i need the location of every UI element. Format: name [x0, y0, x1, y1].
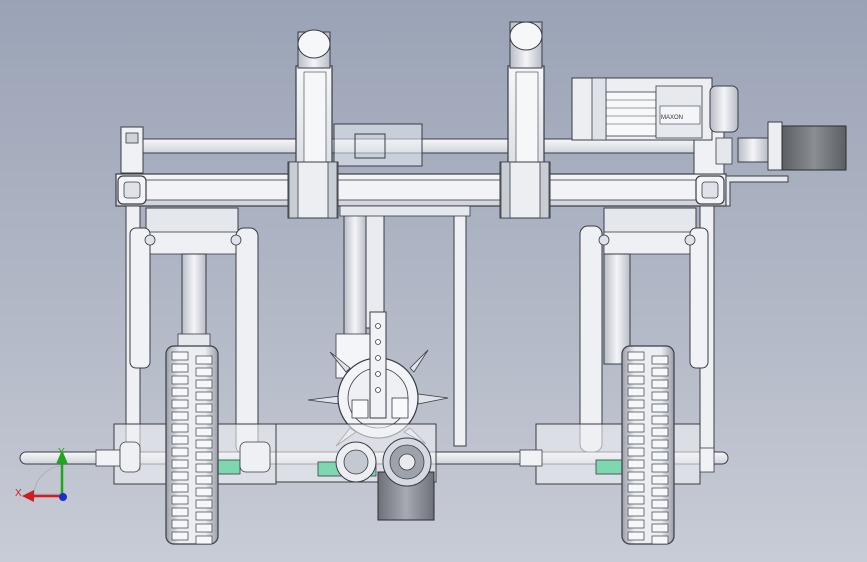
tread-block: [627, 375, 645, 385]
tread-block: [651, 463, 669, 473]
tread-block: [171, 435, 189, 445]
tread-block: [651, 391, 669, 401]
tread-block: [627, 507, 645, 517]
tread-block: [651, 367, 669, 377]
tread-block: [627, 435, 645, 445]
machine-assembly-drawing: MAXON Y X: [15, 21, 847, 545]
tread-block: [651, 451, 669, 461]
tread-block: [195, 391, 213, 401]
right-drive-wheel: [621, 345, 675, 545]
tread-block: [171, 363, 189, 373]
tread-block: [627, 447, 645, 457]
tread-block: [651, 355, 669, 365]
tread-block: [195, 499, 213, 509]
tread-block: [651, 415, 669, 425]
tread-block: [651, 379, 669, 389]
tread-block: [171, 411, 189, 421]
tread-block: [627, 531, 645, 541]
tread-block: [627, 495, 645, 505]
tread-block: [195, 487, 213, 497]
tread-block: [171, 471, 189, 481]
tread-block: [195, 523, 213, 533]
tread-block: [171, 483, 189, 493]
tread-block: [171, 423, 189, 433]
tread-block: [195, 463, 213, 473]
tread-block: [195, 427, 213, 437]
x-axis-label: X: [15, 488, 22, 499]
tread-block: [627, 423, 645, 433]
tread-block: [195, 451, 213, 461]
tread-block: [171, 531, 189, 541]
tread-block: [651, 427, 669, 437]
tread-block: [195, 415, 213, 425]
left-upright-post: [287, 29, 339, 219]
left-drive-wheel: [165, 345, 219, 545]
tread-block: [651, 499, 669, 509]
left-shaft-bracket: [120, 126, 144, 174]
tread-block: [195, 367, 213, 377]
motor-label: MAXON: [661, 115, 683, 121]
tread-block: [195, 439, 213, 449]
tread-block: [651, 523, 669, 533]
main-cross-beam: [115, 173, 789, 207]
tread-block: [171, 519, 189, 529]
tread-block: [651, 511, 669, 521]
tread-block: [627, 399, 645, 409]
gear-motor: MAXON: [571, 77, 739, 141]
tread-block: [171, 495, 189, 505]
tread-block: [171, 399, 189, 409]
tread-block: [651, 403, 669, 413]
tread-block: [627, 363, 645, 373]
tread-block: [195, 475, 213, 485]
tread-block: [195, 403, 213, 413]
adjustment-plate: [369, 311, 387, 419]
cad-viewport[interactable]: MAXON Y X: [0, 0, 867, 562]
tread-block: [651, 439, 669, 449]
stepper-motor: [737, 121, 847, 171]
tread-block: [627, 471, 645, 481]
tread-block: [195, 379, 213, 389]
z-axis-dot: [59, 493, 67, 501]
tread-block: [651, 475, 669, 485]
tread-block: [627, 351, 645, 361]
tread-block: [627, 459, 645, 469]
tread-block: [627, 519, 645, 529]
lower-housing-right: [535, 423, 701, 485]
tread-block: [171, 387, 189, 397]
tread-block: [195, 355, 213, 365]
tread-block: [195, 535, 213, 545]
tread-block: [171, 375, 189, 385]
tread-block: [171, 507, 189, 517]
tread-block: [627, 411, 645, 421]
tread-block: [171, 351, 189, 361]
tread-block: [171, 459, 189, 469]
y-axis-label: Y: [58, 447, 65, 458]
tread-block: [627, 387, 645, 397]
tread-block: [651, 535, 669, 545]
tread-block: [195, 511, 213, 521]
right-upright-post: [499, 21, 551, 219]
tread-block: [651, 487, 669, 497]
tread-block: [627, 483, 645, 493]
tread-block: [171, 447, 189, 457]
